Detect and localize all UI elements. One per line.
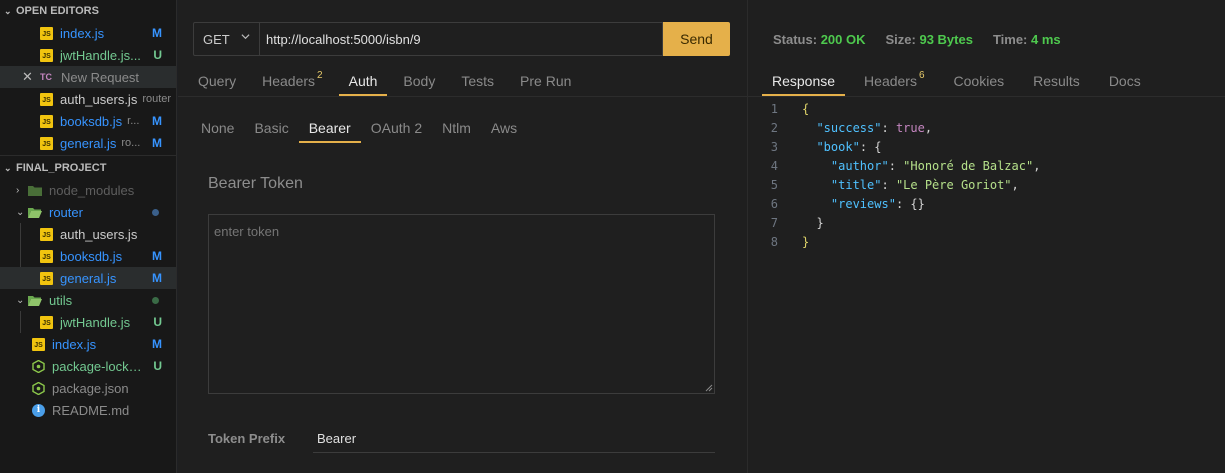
code-line: 4 "author": "Honoré de Balzac", bbox=[770, 159, 1041, 173]
tab-response[interactable]: Response bbox=[762, 66, 846, 96]
resize-handle-icon[interactable] bbox=[704, 383, 713, 392]
tab-results[interactable]: Results bbox=[1023, 66, 1090, 96]
code-line: 3 "book": { bbox=[770, 140, 882, 154]
response-body-viewer[interactable]: 1{ 2 "success": true, 3 "book": { 4 "aut… bbox=[748, 100, 1225, 252]
folder-open-icon bbox=[28, 207, 42, 218]
file-auth-users[interactable]: JS auth_users.js bbox=[0, 223, 176, 245]
auth-tab-aws[interactable]: Aws bbox=[481, 113, 527, 143]
file-package-lock[interactable]: package-lock.j... U bbox=[0, 355, 176, 377]
info-icon: i bbox=[32, 403, 45, 417]
tab-tests[interactable]: Tests bbox=[451, 66, 504, 96]
chevron-down-icon: ⌄ bbox=[4, 163, 12, 173]
javascript-file-icon: JS bbox=[40, 249, 53, 263]
auth-type-tabs: None Basic Bearer OAuth 2 Ntlm Aws bbox=[191, 113, 527, 143]
modified-dot-icon bbox=[152, 208, 159, 216]
file-general[interactable]: JS general.js M bbox=[0, 267, 176, 289]
javascript-file-icon: JS bbox=[40, 26, 53, 40]
open-editor-auth-users[interactable]: JS auth_users.js router bbox=[0, 88, 176, 110]
javascript-file-icon: JS bbox=[40, 114, 53, 128]
tab-cookies[interactable]: Cookies bbox=[944, 66, 1015, 96]
open-editor-new-request[interactable]: ✕ TC New Request bbox=[0, 66, 176, 88]
javascript-file-icon: JS bbox=[40, 227, 53, 241]
folder-node-modules[interactable]: › node_modules bbox=[0, 179, 176, 201]
code-line: 2 "success": true, bbox=[770, 121, 933, 135]
folder-utils[interactable]: ⌄ utils bbox=[0, 289, 176, 311]
javascript-file-icon: JS bbox=[40, 315, 53, 329]
headers-count-badge: 2 bbox=[317, 70, 323, 81]
javascript-file-icon: JS bbox=[40, 136, 53, 150]
token-prefix-input[interactable]: Bearer bbox=[313, 428, 715, 453]
thunder-client-icon: TC bbox=[40, 72, 52, 82]
auth-tab-none[interactable]: None bbox=[191, 113, 244, 143]
javascript-file-icon: JS bbox=[40, 92, 53, 106]
time-info: Time: 4 ms bbox=[992, 32, 1061, 47]
open-editors-header[interactable]: ⌄ OPEN EDITORS bbox=[0, 0, 176, 22]
auth-tab-ntlm[interactable]: Ntlm bbox=[432, 113, 481, 143]
open-editor-jwthandle[interactable]: JS jwtHandle.js... U bbox=[0, 44, 176, 66]
size-value: 93 Bytes bbox=[919, 32, 973, 47]
status-value: 200 OK bbox=[820, 32, 866, 47]
status-info: Status: 200 OK bbox=[773, 32, 866, 47]
response-status-bar: Status: 200 OK Size: 93 Bytes Time: 4 ms bbox=[773, 32, 1081, 47]
javascript-file-icon: JS bbox=[40, 271, 53, 285]
explorer-sidebar: ⌄ OPEN EDITORS JS index.js M JS jwtHandl… bbox=[0, 0, 177, 473]
request-tabs: Query Headers 2 Auth Body Tests Pre Run bbox=[188, 66, 587, 96]
tab-query[interactable]: Query bbox=[188, 66, 246, 96]
folder-open-icon bbox=[28, 295, 42, 306]
nodejs-icon bbox=[32, 381, 45, 395]
bearer-token-input[interactable] bbox=[208, 214, 715, 394]
auth-tab-oauth2[interactable]: OAuth 2 bbox=[361, 113, 432, 143]
chevron-down-icon: ⌄ bbox=[16, 294, 25, 306]
javascript-file-icon: JS bbox=[40, 48, 53, 62]
open-editor-index[interactable]: JS index.js M bbox=[0, 22, 176, 44]
tab-body[interactable]: Body bbox=[393, 66, 445, 96]
chevron-down-icon: ⌄ bbox=[16, 206, 25, 218]
tab-auth[interactable]: Auth bbox=[338, 66, 388, 96]
token-prefix-label: Token Prefix bbox=[208, 431, 286, 446]
code-line: 1{ bbox=[770, 102, 810, 116]
open-editor-booksdb[interactable]: JS booksdb.js r... M bbox=[0, 110, 176, 132]
request-pane: GET http://localhost:5000/isbn/9 Send Qu… bbox=[178, 0, 747, 473]
project-header[interactable]: ⌄ FINAL_PROJECT bbox=[0, 157, 176, 179]
file-index[interactable]: JS index.js M bbox=[0, 333, 176, 355]
size-info: Size: 93 Bytes bbox=[885, 32, 973, 47]
response-tabs: Response Headers 6 Cookies Results Docs bbox=[762, 66, 1160, 96]
auth-tab-basic[interactable]: Basic bbox=[244, 113, 298, 143]
file-jwthandle[interactable]: JS jwtHandle.js U bbox=[0, 311, 176, 333]
javascript-file-icon: JS bbox=[32, 337, 45, 351]
nodejs-icon bbox=[32, 359, 45, 373]
send-button[interactable]: Send bbox=[663, 22, 730, 56]
untracked-dot-icon bbox=[152, 296, 159, 304]
code-line: 6 "reviews": {} bbox=[770, 197, 925, 211]
auth-tab-bearer[interactable]: Bearer bbox=[298, 113, 361, 143]
method-select[interactable]: GET bbox=[193, 22, 259, 56]
chevron-right-icon: › bbox=[16, 184, 20, 196]
time-value: 4 ms bbox=[1031, 32, 1061, 47]
chevron-down-icon bbox=[241, 34, 250, 40]
bearer-token-title: Bearer Token bbox=[208, 175, 303, 192]
close-icon[interactable]: ✕ bbox=[22, 69, 36, 85]
url-input[interactable]: http://localhost:5000/isbn/9 bbox=[259, 22, 663, 56]
tab-headers[interactable]: Headers 2 bbox=[252, 66, 332, 96]
code-line: 8} bbox=[770, 235, 810, 249]
tab-docs[interactable]: Docs bbox=[1099, 66, 1151, 96]
file-readme[interactable]: i README.md bbox=[0, 399, 176, 421]
code-line: 7 } bbox=[770, 216, 824, 230]
file-package-json[interactable]: package.json bbox=[0, 377, 176, 399]
code-line: 5 "title": "Le Père Goriot", bbox=[770, 178, 1019, 192]
divider bbox=[748, 96, 1225, 97]
chevron-down-icon: ⌄ bbox=[4, 6, 12, 16]
response-pane: Status: 200 OK Size: 93 Bytes Time: 4 ms… bbox=[747, 0, 1225, 473]
folder-icon bbox=[28, 185, 42, 196]
folder-router[interactable]: ⌄ router bbox=[0, 201, 176, 223]
tab-response-headers[interactable]: Headers 6 bbox=[854, 66, 934, 96]
headers-count-badge: 6 bbox=[918, 70, 925, 81]
divider bbox=[178, 96, 747, 97]
file-booksdb[interactable]: JS booksdb.js M bbox=[0, 245, 176, 267]
tab-pre-run[interactable]: Pre Run bbox=[510, 66, 581, 96]
open-editor-general[interactable]: JS general.js ro... M bbox=[0, 132, 176, 154]
